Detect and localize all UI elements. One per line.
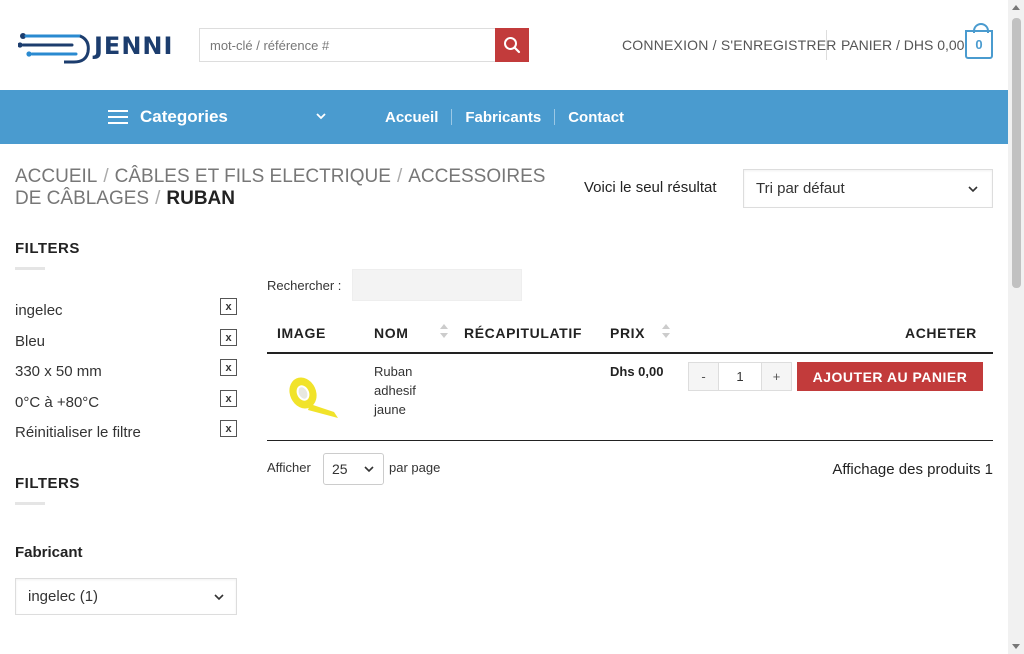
filters-title: FILTERS [15,240,80,257]
sort-icon[interactable] [440,324,448,340]
remove-filter-icon[interactable]: x [220,298,237,315]
cart-icon[interactable]: 0 [965,23,993,59]
title-underline [15,502,45,505]
table-search-label: Rechercher : [267,278,342,293]
product-name[interactable]: Ruban adhesif jaune [374,362,434,419]
column-header-price[interactable]: PRIX [610,325,645,341]
filters-section-2: FILTERS [15,475,80,505]
chevron-down-icon [316,113,326,120]
remove-filter-icon[interactable]: x [220,390,237,407]
fabricant-selected-value: ingelec (1) [28,588,99,605]
quantity-stepper: - 1 + [688,362,792,391]
filters-title: FILTERS [15,475,80,492]
table-footer-divider [267,440,993,441]
categories-menu[interactable]: Categories [108,90,333,144]
per-page-label: par page [389,460,441,475]
add-to-cart-button[interactable]: AJOUTER AU PANIER [797,362,983,391]
sort-icon[interactable] [662,324,670,340]
cart-count: 0 [975,37,983,52]
scroll-up-icon[interactable] [1012,5,1020,10]
breadcrumb-separator: / [103,166,109,187]
column-header-image: IMAGE [277,325,326,341]
search-button[interactable] [495,28,529,62]
search-icon [504,37,521,54]
title-underline [15,267,45,270]
fabricant-select[interactable]: ingelec (1) [15,578,237,615]
site-logo[interactable]: JENNI [17,22,172,68]
nav-item-contact[interactable]: Contact [568,109,624,126]
active-filter-temperature[interactable]: 0°C à +80°C x [15,390,237,414]
product-image[interactable] [286,370,342,420]
quantity-increase-button[interactable]: + [761,363,791,390]
column-header-summary: RÉCAPITULATIF [464,325,582,341]
fabricant-label: Fabricant [15,544,83,561]
column-header-name[interactable]: NOM [374,325,408,341]
hamburger-icon [108,110,128,124]
sort-selected-value: Tri par défaut [756,180,845,197]
active-filter-size[interactable]: 330 x 50 mm x [15,359,237,383]
nav-links: Accueil Fabricants Contact [385,90,624,144]
search-input[interactable] [200,29,495,61]
sort-select[interactable]: Tri par défaut [743,169,993,208]
breadcrumb-item-cables[interactable]: CÂBLES ET FILS ELECTRIQUE [115,166,391,187]
table-header-divider [267,352,993,354]
filter-sidebar: FILTERS ingelec x Bleu x 330 x 50 mm x 0… [15,240,237,615]
filter-label: Réinitialiser le filtre [15,424,141,441]
quantity-input[interactable]: 1 [719,363,761,390]
column-header-buy: ACHETER [905,325,977,341]
table-search-field[interactable] [352,269,522,301]
header-divider [826,30,827,60]
page-size-value: 25 [332,461,348,477]
nav-separator [554,109,556,125]
scroll-down-icon[interactable] [1012,644,1020,649]
remove-filter-icon[interactable]: x [220,359,237,376]
chevron-down-icon [364,466,374,473]
page-size-select[interactable]: 25 [323,453,384,485]
filter-label: 330 x 50 mm [15,363,102,380]
nav-separator [451,109,453,125]
breadcrumb-item-accueil[interactable]: ACCUEIL [15,166,97,187]
nav-item-accueil[interactable]: Accueil [385,109,438,126]
table-search-input[interactable] [353,270,521,300]
active-filter-ingelec[interactable]: ingelec x [15,298,237,322]
show-label: Afficher [267,460,311,475]
nav-item-fabricants[interactable]: Fabricants [465,109,541,126]
scroll-thumb[interactable] [1012,18,1021,288]
breadcrumb-separator: / [155,188,161,209]
site-header: JENNI CONNEXION / S'ENREGISTRER PANIER /… [0,0,1008,90]
breadcrumb-separator: / [396,166,403,187]
search-field[interactable] [199,28,496,62]
login-link[interactable]: CONNEXION / S'ENREGISTRER [622,37,837,53]
cart-link[interactable]: PANIER / DHS 0,00 [841,37,964,53]
result-count: Voici le seul résultat [584,179,717,196]
remove-filter-icon[interactable]: x [220,329,237,346]
reset-filter[interactable]: Réinitialiser le filtre x [15,420,237,444]
filter-label: 0°C à +80°C [15,394,100,411]
logo-text: JENNI [94,32,174,60]
breadcrumb: ACCUEIL / CÂBLES ET FILS ELECTRIQUE / ACCESS… [15,166,555,210]
page-scrollbar[interactable] [1008,0,1024,654]
remove-filter-icon[interactable]: x [220,420,237,437]
main-nav: Categories Accueil Fabricants Contact [0,90,1008,144]
categories-label: Categories [140,107,228,126]
logo-circuit-icon [17,33,90,64]
chevron-down-icon [214,594,224,601]
chevron-down-icon [968,186,978,193]
breadcrumb-current: RUBAN [166,188,235,209]
filter-label: ingelec [15,302,63,319]
showing-count: Affichage des produits 1 [832,461,993,478]
product-price: Dhs 0,00 [610,364,664,379]
quantity-decrease-button[interactable]: - [689,363,719,390]
active-filter-bleu[interactable]: Bleu x [15,329,237,353]
filter-label: Bleu [15,333,46,350]
